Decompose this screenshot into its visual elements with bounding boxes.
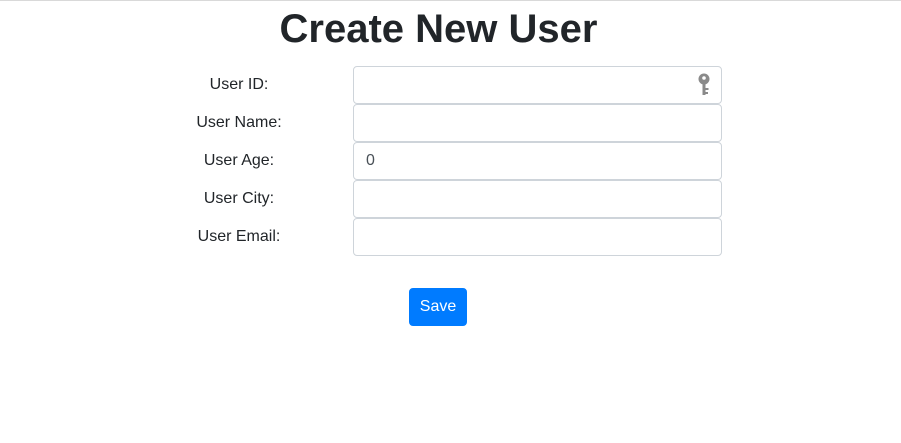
form-row-user-city: User City: [0, 180, 901, 218]
user-name-input[interactable] [353, 104, 722, 142]
user-city-input[interactable] [353, 180, 722, 218]
user-email-input[interactable] [353, 218, 722, 256]
user-id-input[interactable] [353, 66, 722, 104]
form-row-user-name: User Name: [0, 104, 901, 142]
key-icon[interactable] [697, 73, 711, 97]
create-user-page: Create New User User ID: User Name: User… [0, 0, 901, 443]
form-row-user-id: User ID: [0, 66, 901, 104]
user-name-label: User Name: [196, 114, 282, 131]
user-age-input[interactable] [353, 142, 722, 180]
user-id-label: User ID: [209, 76, 269, 93]
user-age-label: User Age: [203, 152, 275, 169]
user-city-label: User City: [203, 190, 275, 207]
form-row-user-age: User Age: [0, 142, 901, 180]
page-title: Create New User [279, 7, 598, 51]
save-button[interactable]: Save [409, 288, 467, 326]
form-row-user-email: User Email: [0, 218, 901, 256]
user-email-label: User Email: [197, 228, 281, 245]
